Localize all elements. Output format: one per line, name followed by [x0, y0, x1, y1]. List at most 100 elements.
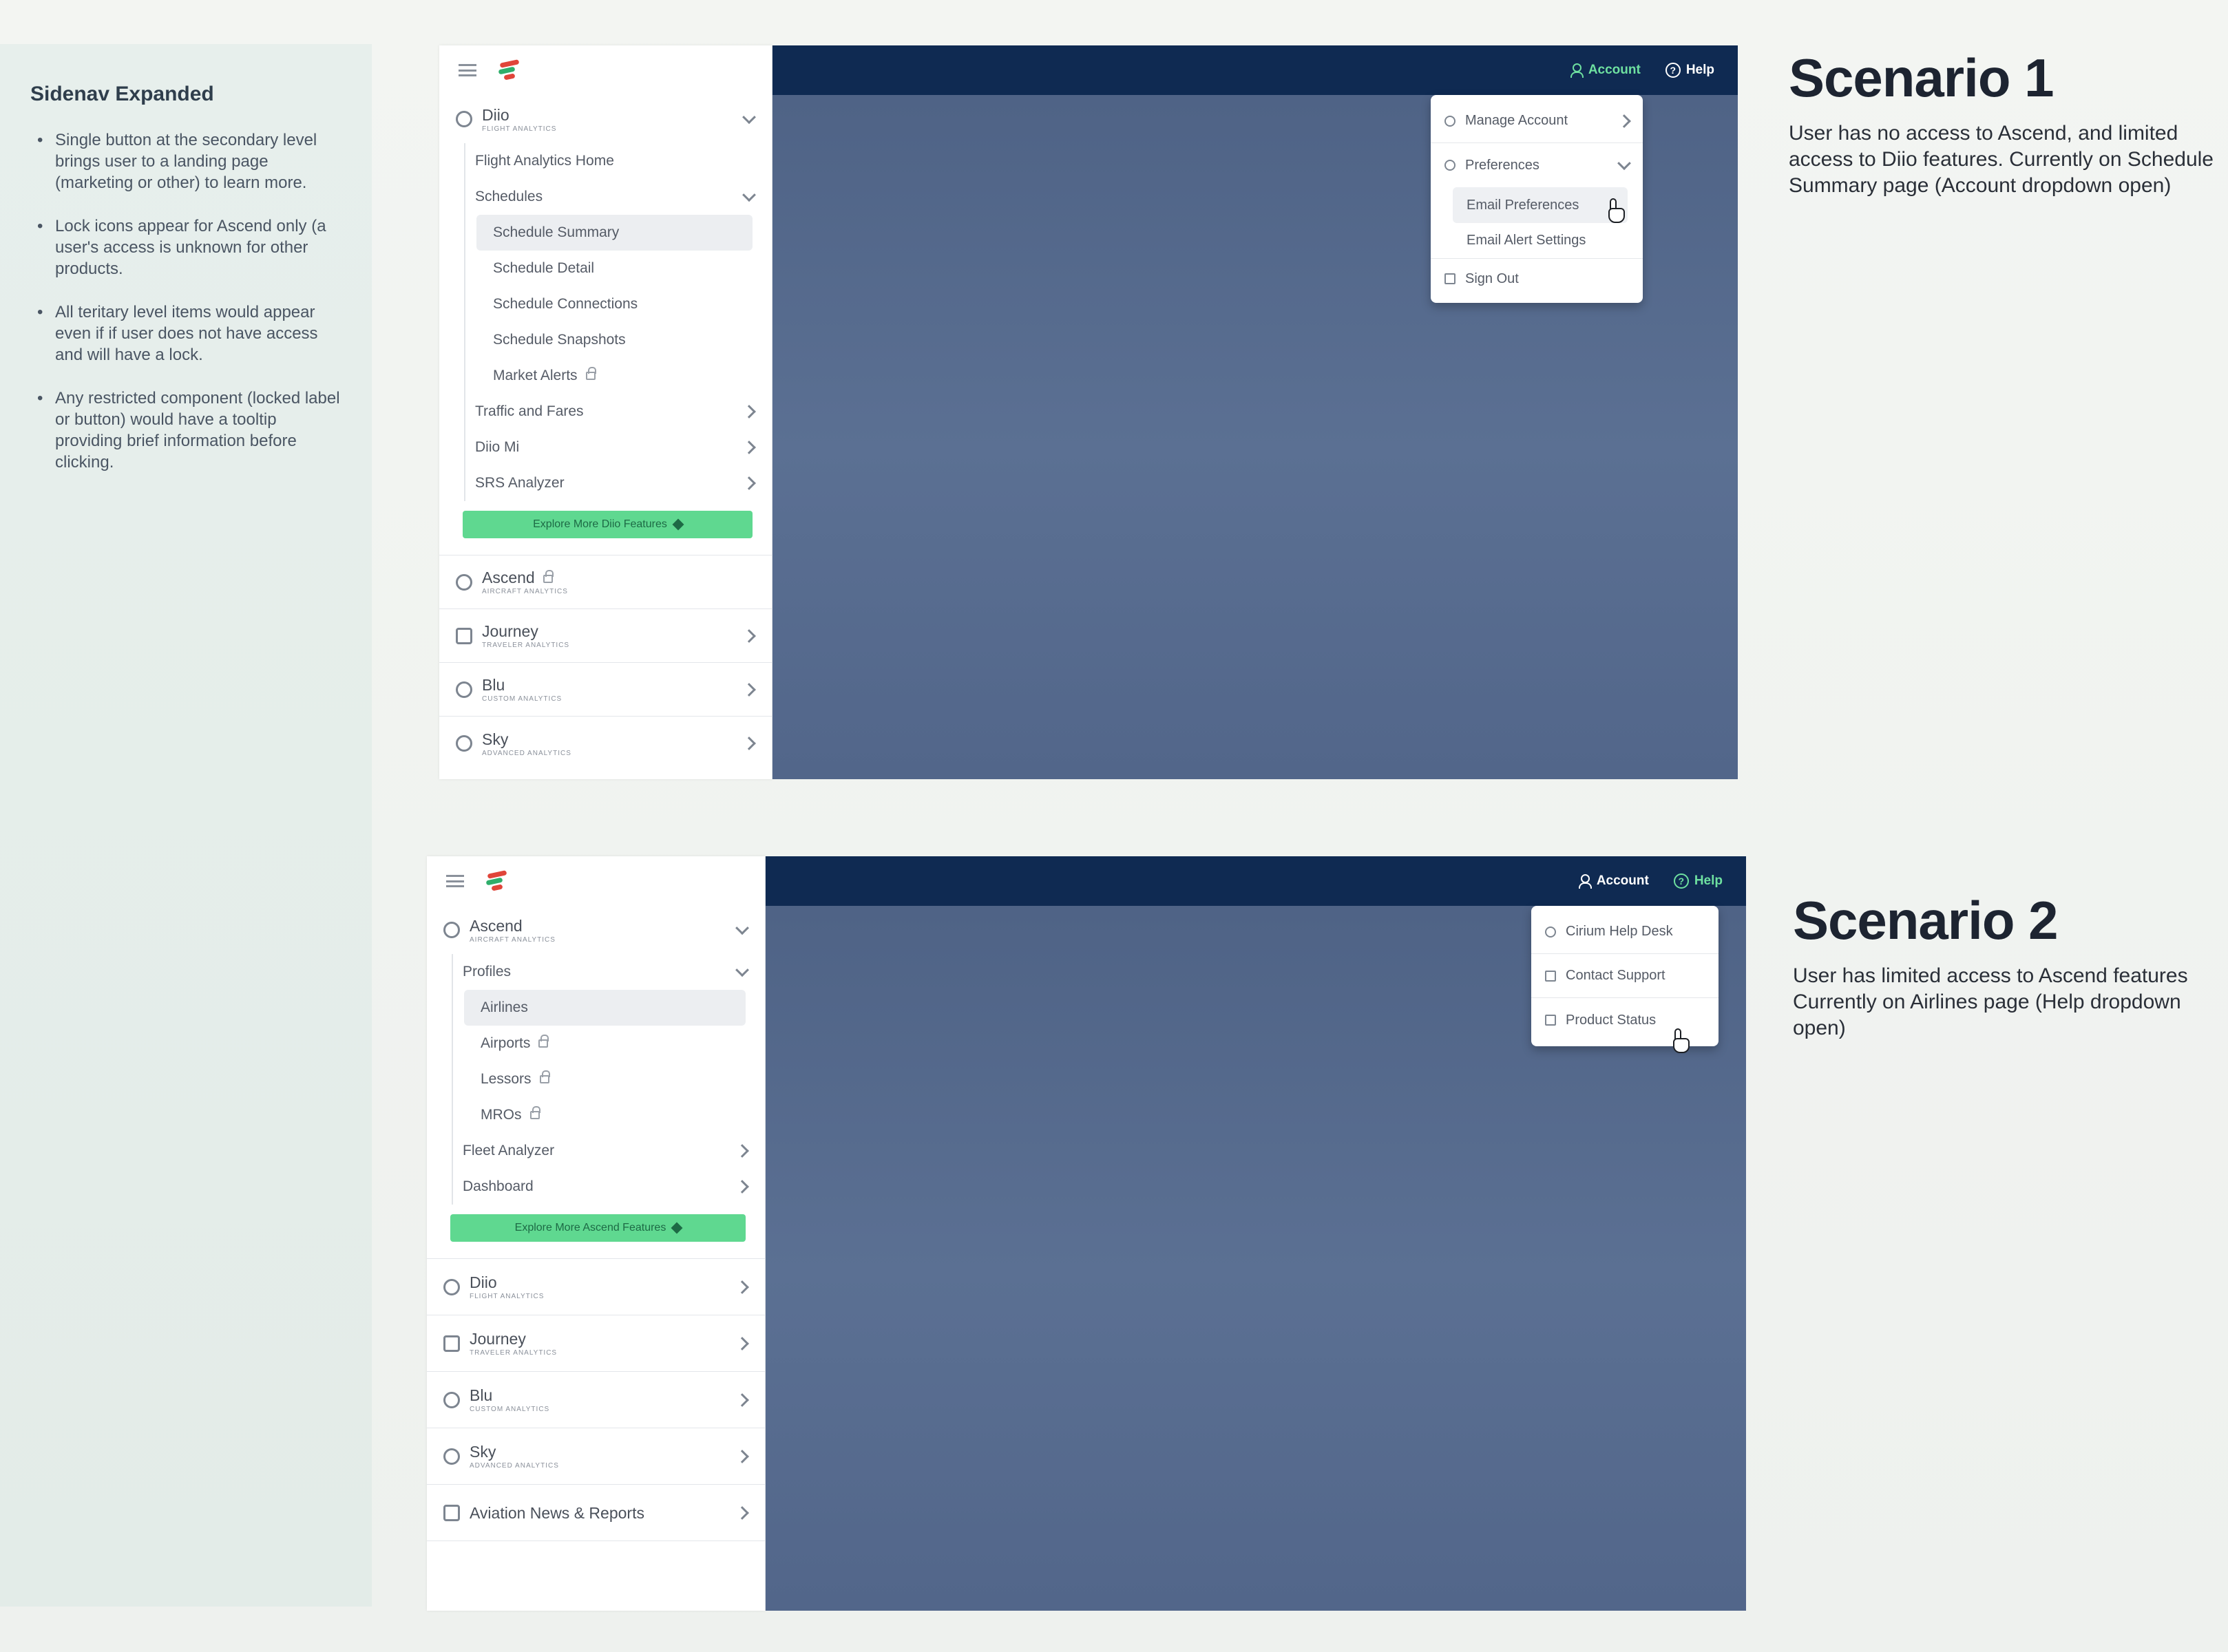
menu-item-label: Preferences [1465, 157, 1539, 173]
menu-icon[interactable] [446, 875, 464, 887]
note-item: Lock icons appear for Ascend only (a use… [30, 215, 341, 279]
nav-item-label: MROs [481, 1107, 522, 1123]
menu-item-preferences[interactable]: Preferences [1431, 143, 1643, 187]
diio-icon [443, 1278, 460, 1295]
ascend-items: Profiles Airlines Airports Lessors MROs [427, 954, 765, 1205]
product-sub: TRAVELER ANALYTICS [470, 1349, 558, 1357]
nav-item-profiles[interactable]: Profiles [448, 954, 765, 990]
product-ascend[interactable]: Ascend AIRCRAFT ANALYTICS [427, 906, 765, 954]
help-icon: ? [1665, 63, 1681, 78]
chevron-down-icon [735, 921, 749, 935]
chart-icon [1545, 1015, 1556, 1026]
nav-item-airports[interactable]: Airports [448, 1026, 765, 1061]
chevron-down-icon [735, 963, 749, 977]
note-item: Single button at the secondary level bri… [30, 129, 341, 193]
chevron-right-icon [735, 1280, 749, 1294]
product-journey[interactable]: Journey TRAVELER ANALYTICS [439, 609, 772, 663]
palette-icon [443, 1391, 460, 1408]
notes-panel: Sidenav Expanded Single button at the se… [0, 44, 372, 1607]
news-icon [443, 1504, 460, 1521]
sign-out-icon [1444, 273, 1455, 284]
product-name: Diio [470, 1273, 497, 1291]
menu-icon[interactable] [459, 64, 476, 76]
product-name: Sky [482, 730, 509, 748]
product-blu[interactable]: Blu CUSTOM ANALYTICS [439, 663, 772, 717]
notes-title: Sidenav Expanded [30, 83, 214, 105]
product-name: Blu [470, 1386, 493, 1404]
nav-item-dashboard[interactable]: Dashboard [448, 1169, 765, 1205]
help-button[interactable]: ? Help [1665, 63, 1714, 78]
diio-icon [456, 111, 472, 127]
product-diio[interactable]: Diio FLIGHT ANALYTICS [439, 95, 772, 143]
nav-item-schedule-connections[interactable]: Schedule Connections [460, 286, 772, 322]
lock-icon [539, 1070, 550, 1083]
nav-item-lessors[interactable]: Lessors [448, 1061, 765, 1097]
nav-item-traffic-and-fares[interactable]: Traffic and Fares [460, 394, 772, 430]
product-sky[interactable]: Sky ADVANCED ANALYTICS [439, 717, 772, 770]
nav-item-label: Schedules [475, 189, 543, 204]
hand-cursor-icon [1606, 198, 1625, 223]
product-name: Sky [470, 1443, 496, 1461]
lock-icon [585, 367, 596, 380]
menu-item-email-preferences[interactable]: Email Preferences [1453, 187, 1628, 223]
note-item: All teritary level items would appear ev… [30, 301, 341, 366]
nav-item-airlines[interactable]: Airlines [464, 990, 746, 1026]
nav-item-aviation-news[interactable]: Aviation News & Reports [427, 1485, 765, 1541]
menu-item-email-alert-settings[interactable]: Email Alert Settings [1431, 223, 1643, 259]
nav-item-schedule-snapshots[interactable]: Schedule Snapshots [460, 322, 772, 358]
user-icon [1570, 63, 1584, 78]
cloud-icon [443, 1448, 460, 1465]
nav-item-srs-analyzer[interactable]: SRS Analyzer [460, 465, 772, 501]
scenario1-main: Account ? Help Manage Account Preference… [773, 45, 1738, 779]
product-name: Journey [482, 622, 538, 640]
chevron-right-icon [742, 682, 756, 697]
chevron-right-icon [735, 1144, 749, 1158]
sidenav-top [427, 856, 765, 906]
user-icon [1444, 115, 1455, 127]
menu-item-manage-account[interactable]: Manage Account [1431, 99, 1643, 143]
nav-item-market-alerts[interactable]: Market Alerts [460, 358, 772, 394]
menu-item-sign-out[interactable]: Sign Out [1431, 259, 1643, 299]
account-button[interactable]: Account [1578, 873, 1649, 889]
product-sub: ADVANCED ANALYTICS [470, 1462, 559, 1470]
mail-icon [1545, 970, 1556, 982]
help-button[interactable]: ? Help [1673, 873, 1723, 889]
menu-item-product-status[interactable]: Product Status [1531, 998, 1719, 1042]
chevron-right-icon [742, 737, 756, 750]
product-ascend[interactable]: Ascend AIRCRAFT ANALYTICS [439, 555, 772, 609]
chevron-down-icon [742, 110, 756, 125]
menu-item-contact-support[interactable]: Contact Support [1531, 954, 1719, 998]
scenario1-text: Scenario 1 User has no access to Ascend,… [1789, 47, 2216, 199]
explore-ascend-button[interactable]: Explore More Ascend Features [450, 1214, 746, 1242]
product-sub: AIRCRAFT ANALYTICS [470, 935, 556, 944]
menu-item-label: Contact Support [1566, 968, 1665, 983]
product-journey[interactable]: Journey TRAVELER ANALYTICS [427, 1315, 765, 1372]
nav-item-schedules[interactable]: Schedules [460, 179, 772, 215]
explore-diio-button[interactable]: Explore More Diio Features [463, 511, 753, 538]
lock-icon [543, 569, 554, 583]
product-sky[interactable]: Sky ADVANCED ANALYTICS [427, 1428, 765, 1485]
nav-item-diio-mi[interactable]: Diio Mi [460, 430, 772, 465]
nav-item-schedule-summary[interactable]: Schedule Summary [476, 215, 753, 251]
nav-item-mros[interactable]: MROs [448, 1097, 765, 1133]
product-name: Ascend [470, 916, 523, 935]
nav-item-label: Airports [481, 1035, 531, 1051]
product-diio[interactable]: Diio FLIGHT ANALYTICS [427, 1259, 765, 1315]
product-sub: AIRCRAFT ANALYTICS [482, 588, 568, 595]
nav-item-label: Dashboard [463, 1178, 534, 1194]
menu-item-cirium-help-desk[interactable]: Cirium Help Desk [1531, 910, 1719, 954]
explore-label: Explore More Ascend Features [514, 1222, 666, 1233]
help-label: Help [1694, 873, 1723, 888]
scenario1-description: User has no access to Ascend, and limite… [1789, 122, 2214, 197]
cloud-icon [456, 735, 472, 752]
nav-item-fleet-analyzer[interactable]: Fleet Analyzer [448, 1133, 765, 1169]
scenario2-heading: Scenario 2 [1793, 890, 2059, 951]
chevron-down-icon [742, 188, 756, 202]
nav-item-flight-analytics-home[interactable]: Flight Analytics Home [460, 143, 772, 179]
nav-item-schedule-detail[interactable]: Schedule Detail [460, 251, 772, 286]
product-sub: CUSTOM ANALYTICS [470, 1406, 550, 1413]
account-button[interactable]: Account [1570, 63, 1641, 78]
headset-icon [1545, 926, 1556, 938]
product-name: Aviation News & Reports [470, 1503, 644, 1522]
product-blu[interactable]: Blu CUSTOM ANALYTICS [427, 1372, 765, 1428]
